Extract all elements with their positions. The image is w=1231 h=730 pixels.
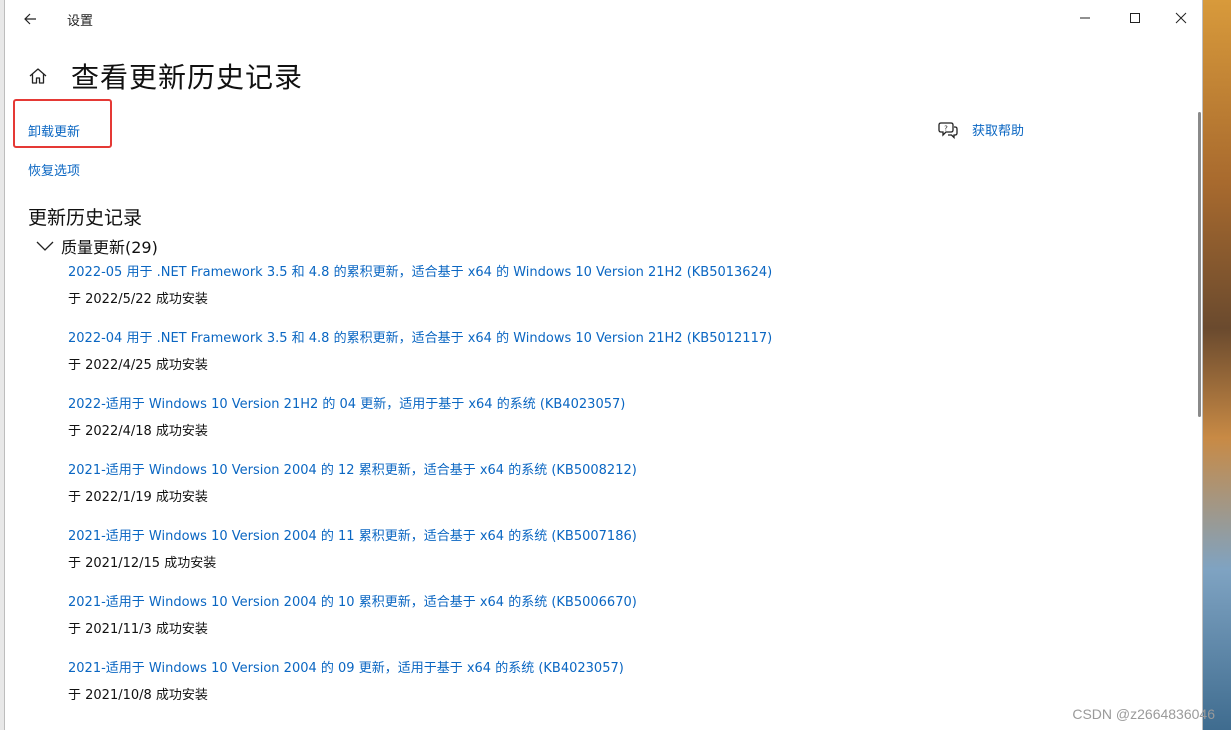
quality-updates-group-toggle[interactable]: 质量更新(29) xyxy=(35,234,158,258)
list-item: 2021-适用于 Windows 10 Version 2004 的 09 更新… xyxy=(68,660,1068,726)
update-status: 于 2022/1/19 成功安装 xyxy=(68,490,208,505)
close-button[interactable] xyxy=(1158,0,1202,36)
watermark: CSDN @z2664836046 xyxy=(1072,706,1215,722)
get-help-link[interactable]: 获取帮助 xyxy=(972,120,1024,139)
update-status: 于 2021/10/8 成功安装 xyxy=(68,688,208,703)
update-title-link[interactable]: 2022-05 用于 .NET Framework 3.5 和 4.8 的累积更… xyxy=(68,264,1068,282)
update-title-link[interactable]: 2022-04 用于 .NET Framework 3.5 和 4.8 的累积更… xyxy=(68,330,1068,348)
desktop-wallpaper xyxy=(1200,0,1231,730)
update-status: 于 2021/12/15 成功安装 xyxy=(68,556,217,571)
home-icon xyxy=(29,68,47,84)
minimize-button[interactable] xyxy=(1062,0,1108,36)
update-status: 于 2022/4/25 成功安装 xyxy=(68,358,208,373)
settings-window: 设置 查看更新历史记录 卸载更新 恢复选项 ? 获取帮助 更新历史记录 质量更新… xyxy=(4,0,1203,730)
update-title-link[interactable]: 2021-适用于 Windows 10 Version 2004 的 09 更新… xyxy=(68,660,1068,678)
get-help[interactable]: ? 获取帮助 xyxy=(938,120,1024,139)
update-title-link[interactable]: 2021-适用于 Windows 10 Version 2004 的 12 累积… xyxy=(68,462,1068,480)
update-status: 于 2022/5/22 成功安装 xyxy=(68,292,208,307)
chevron-down-icon xyxy=(35,236,55,256)
chat-help-icon: ? xyxy=(938,121,958,139)
page-title: 查看更新历史记录 xyxy=(71,61,304,94)
update-title-link[interactable]: 2022-适用于 Windows 10 Version 21H2 的 04 更新… xyxy=(68,396,1068,414)
update-title-link[interactable]: 2021-适用于 Windows 10 Version 2004 的 10 累积… xyxy=(68,594,1068,612)
close-icon xyxy=(1175,12,1187,24)
title-bar: 设置 xyxy=(5,0,1202,38)
home-button[interactable] xyxy=(25,63,51,89)
update-status: 于 2021/11/3 成功安装 xyxy=(68,622,208,637)
back-button[interactable] xyxy=(17,6,43,32)
quality-updates-label: 质量更新(29) xyxy=(61,238,158,257)
maximize-icon xyxy=(1130,13,1140,23)
list-item: 2021-适用于 Windows 10 Version 2004 的 12 累积… xyxy=(68,462,1068,528)
update-title-link[interactable]: 2021-适用于 Windows 10 Version 2004 的 11 累积… xyxy=(68,528,1068,546)
update-list: 2022-05 用于 .NET Framework 3.5 和 4.8 的累积更… xyxy=(68,264,1068,726)
list-item: 2021-适用于 Windows 10 Version 2004 的 10 累积… xyxy=(68,594,1068,660)
list-item: 2022-04 用于 .NET Framework 3.5 和 4.8 的累积更… xyxy=(68,330,1068,396)
vertical-scrollbar[interactable] xyxy=(1198,112,1201,417)
back-arrow-icon xyxy=(24,13,36,25)
window-title: 设置 xyxy=(67,14,94,29)
maximize-button[interactable] xyxy=(1112,0,1158,36)
recovery-options-link[interactable]: 恢复选项 xyxy=(28,160,80,179)
update-status: 于 2022/4/18 成功安装 xyxy=(68,424,208,439)
list-item: 2022-05 用于 .NET Framework 3.5 和 4.8 的累积更… xyxy=(68,264,1068,330)
svg-text:?: ? xyxy=(944,124,948,132)
uninstall-updates-link[interactable]: 卸载更新 xyxy=(28,121,80,140)
minimize-icon xyxy=(1080,17,1090,19)
page-header: 查看更新历史记录 xyxy=(25,56,303,96)
list-item: 2022-适用于 Windows 10 Version 21H2 的 04 更新… xyxy=(68,396,1068,462)
update-history-heading: 更新历史记录 xyxy=(28,207,143,229)
list-item: 2021-适用于 Windows 10 Version 2004 的 11 累积… xyxy=(68,528,1068,594)
